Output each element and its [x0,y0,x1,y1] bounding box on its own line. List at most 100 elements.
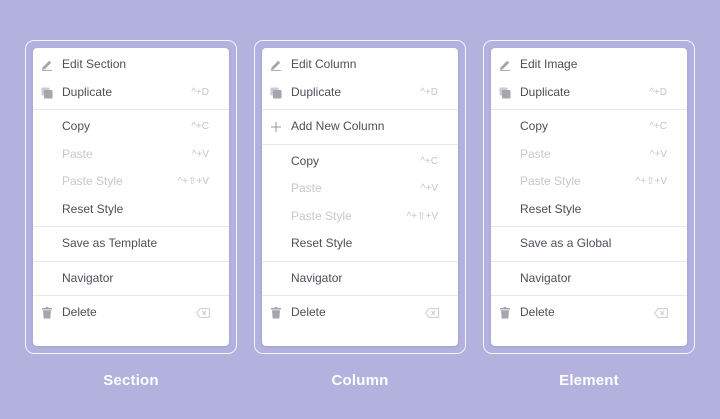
menu-item-edit-image[interactable]: Edit Image [491,51,687,79]
menu-group-clipboard: Copy ^+C Paste ^+V Paste Style ^+⇧+V Res… [491,110,687,227]
menu-item-duplicate[interactable]: Duplicate ^+D [33,79,229,107]
menu-group-delete: Delete [262,296,458,330]
menu-item-label: Paste Style [520,174,581,188]
menu-group-clipboard: Copy ^+C Paste ^+V Paste Style ^+⇧+V Res… [33,110,229,227]
shortcut-hint: ^+V [420,183,438,194]
element-caption: Element [559,372,619,389]
menu-item-reset-style[interactable]: Reset Style [33,196,229,224]
menu-item-label: Reset Style [291,236,353,250]
menu-item-navigator[interactable]: Navigator [491,265,687,293]
menu-item-label: Copy [291,153,320,168]
menu-item-edit-column[interactable]: Edit Column [262,51,458,79]
menu-item-label: Delete [520,305,555,319]
plus-icon [271,122,281,132]
shortcut-hint: ^+D [191,86,209,98]
menu-item-label: Navigator [291,270,343,285]
context-menu: Edit Image Duplicate ^+D Copy ^+C Paste … [491,48,687,346]
menu-item-save-as-global[interactable]: Save as a Global [491,230,687,258]
menu-item-label: Add New Column [291,119,385,133]
pencil-icon [500,60,510,71]
shortcut-hint: ^+D [420,86,438,98]
menu-item-label: Edit Image [520,57,578,71]
shortcut-hint: ^+⇧+V [177,176,209,187]
menu-item-label: Delete [291,305,326,319]
menu-item-copy[interactable]: Copy ^+C [33,113,229,141]
menu-group-clipboard: Copy ^+C Paste ^+V Paste Style ^+⇧+V Res… [262,145,458,262]
menu-group-add: Add New Column [262,110,458,145]
menu-item-reset-style[interactable]: Reset Style [262,230,458,258]
menu-item-label: Duplicate [62,84,113,99]
menu-item-navigator[interactable]: Navigator [262,265,458,293]
menu-item-delete[interactable]: Delete [491,299,687,327]
menu-item-label: Edit Column [291,57,357,71]
shortcut-hint: ^+V [191,148,209,160]
shortcut-hint: ^+⇧+V [635,176,667,187]
menu-item-edit-section[interactable]: Edit Section [33,51,229,79]
menu-item-paste: Paste ^+V [491,141,687,169]
duplicate-icon [499,87,511,98]
shortcut-hint: ^+C [420,155,438,167]
duplicate-icon [41,87,53,98]
menu-item-label: Save as a Global [520,236,612,250]
menu-group-edit: Edit Section Duplicate ^+D [33,48,229,110]
menu-item-copy[interactable]: Copy ^+C [262,148,458,176]
menu-item-label: Reset Style [62,201,124,216]
shortcut-hint: ^+D [649,86,667,98]
duplicate-icon [270,87,282,98]
menu-item-label: Paste [62,146,93,161]
element-context-menu-panel: Edit Image Duplicate ^+D Copy ^+C Paste … [483,40,695,354]
menu-item-delete[interactable]: Delete [33,299,229,327]
menu-item-label: Reset Style [520,201,582,216]
menu-group-save: Save as Template [33,227,229,262]
section-caption: Section [103,372,159,389]
menu-group-delete: Delete [491,296,687,330]
pencil-icon [271,60,281,71]
menu-item-add-new-column[interactable]: Add New Column [262,113,458,141]
menu-group-delete: Delete [33,296,229,330]
shortcut-hint: ^+C [191,121,209,132]
menu-item-duplicate[interactable]: Duplicate ^+D [262,79,458,107]
menu-group-navigator: Navigator [491,262,687,296]
column-caption: Column [331,372,389,389]
menu-group-navigator: Navigator [33,262,229,296]
menu-item-paste-style: Paste Style ^+⇧+V [33,168,229,196]
menu-item-label: Delete [62,305,97,319]
context-menu: Edit Section Duplicate ^+D Copy ^+C Past… [33,48,229,346]
menu-item-label: Navigator [520,270,572,285]
trash-icon [500,307,510,319]
menu-item-label: Paste Style [291,208,352,223]
menu-group-save: Save as a Global [491,227,687,262]
menu-item-label: Copy [62,119,91,133]
shortcut-hint: ^+C [649,121,667,132]
menu-item-label: Paste [291,181,322,195]
menu-item-label: Duplicate [520,84,571,99]
menu-item-paste: Paste ^+V [33,141,229,169]
menu-item-reset-style[interactable]: Reset Style [491,196,687,224]
menu-item-label: Copy [520,119,549,133]
menu-item-label: Navigator [62,270,114,285]
column-context-menu-panel: Edit Column Duplicate ^+D Add New Column… [254,40,466,354]
menu-item-label: Save as Template [62,236,158,250]
menu-group-navigator: Navigator [262,262,458,296]
section-context-menu-panel: Edit Section Duplicate ^+D Copy ^+C Past… [25,40,237,354]
menu-group-edit: Edit Image Duplicate ^+D [491,48,687,110]
trash-icon [42,307,52,319]
backspace-key-icon [654,308,668,318]
backspace-key-icon [196,308,210,318]
menu-item-save-as-template[interactable]: Save as Template [33,230,229,258]
menu-item-duplicate[interactable]: Duplicate ^+D [491,79,687,107]
menu-item-label: Duplicate [291,84,342,99]
menu-item-paste: Paste ^+V [262,175,458,203]
menu-group-edit: Edit Column Duplicate ^+D [262,48,458,110]
menu-item-paste-style: Paste Style ^+⇧+V [262,203,458,231]
context-menu: Edit Column Duplicate ^+D Add New Column… [262,48,458,346]
menu-item-label: Edit Section [62,57,127,71]
menu-item-paste-style: Paste Style ^+⇧+V [491,168,687,196]
menu-item-label: Paste Style [62,174,123,188]
menu-item-label: Paste [520,146,551,161]
menu-item-navigator[interactable]: Navigator [33,265,229,293]
menu-item-copy[interactable]: Copy ^+C [491,113,687,141]
shortcut-hint: ^+⇧+V [406,210,438,222]
menu-item-delete[interactable]: Delete [262,299,458,327]
pencil-icon [42,60,52,71]
